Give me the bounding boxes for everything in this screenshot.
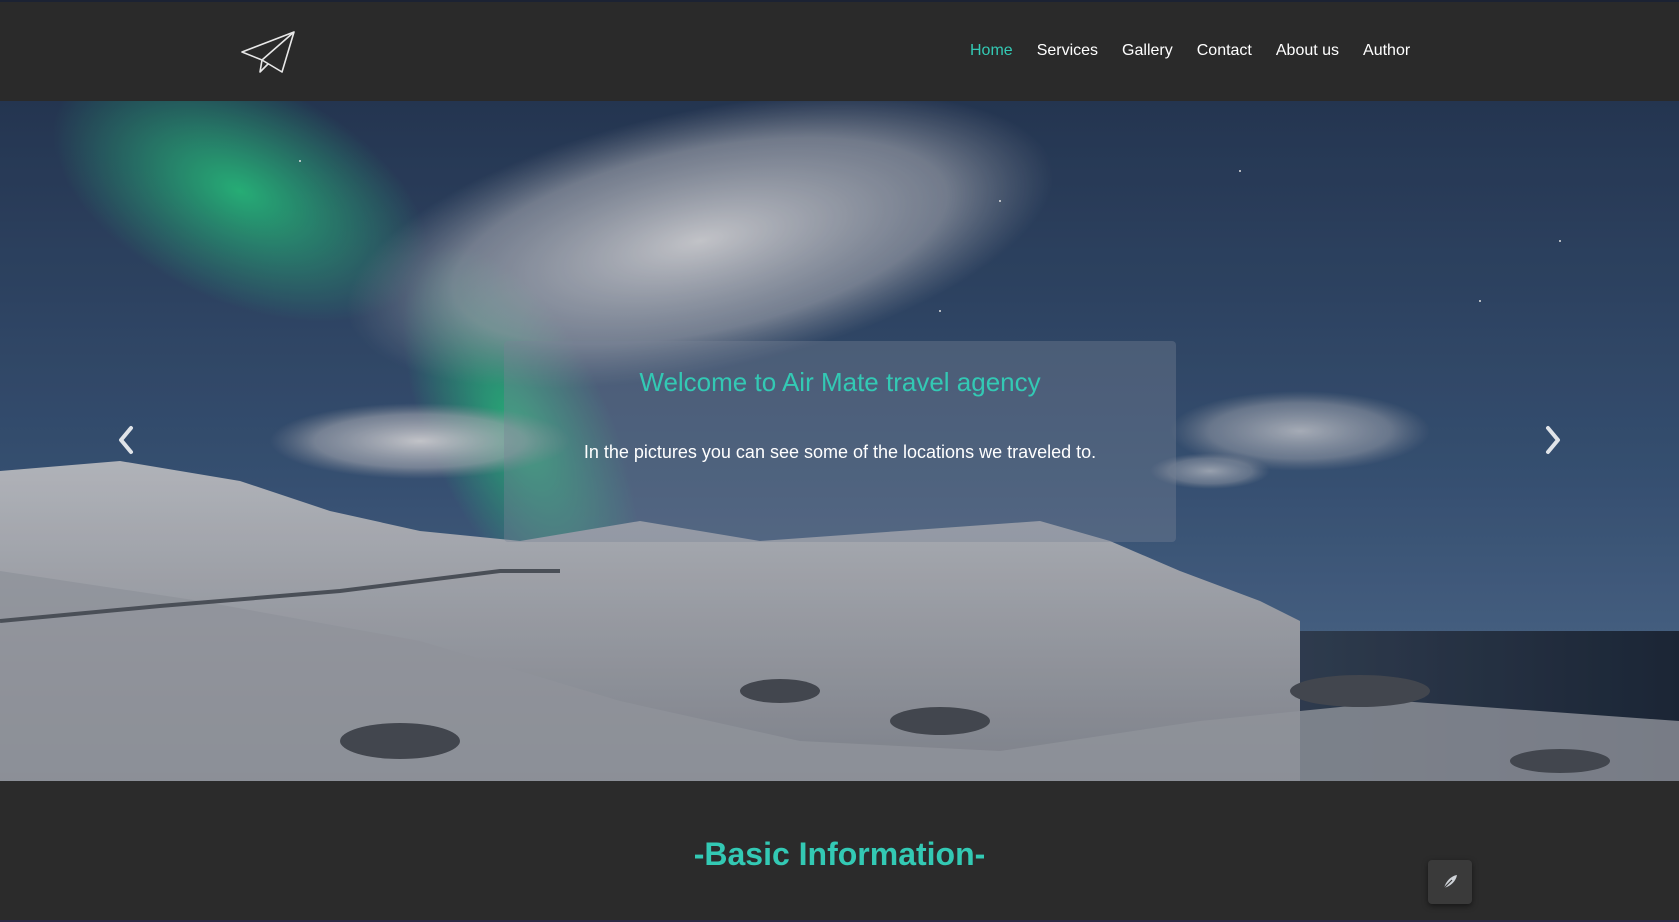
chevron-right-icon[interactable] (1536, 416, 1570, 464)
carousel-caption: Welcome to Air Mate travel agency In the… (504, 341, 1176, 542)
main-nav: Home Services Gallery Contact About us A… (970, 42, 1410, 60)
chevron-left-icon[interactable] (109, 416, 143, 464)
nav-item-home[interactable]: Home (970, 42, 1013, 60)
carousel-caption-text: In the pictures you can see some of the … (583, 442, 1097, 462)
carousel-caption-title: Welcome to Air Mate travel agency (639, 367, 1041, 397)
paper-plane-icon[interactable] (240, 30, 296, 76)
feather-icon (1442, 875, 1457, 890)
nav-item-about-us[interactable]: About us (1276, 42, 1339, 60)
nav-item-gallery[interactable]: Gallery (1122, 42, 1173, 60)
site-header: Home Services Gallery Contact About us A… (0, 0, 1679, 101)
nav-item-services[interactable]: Services (1037, 42, 1098, 60)
hero-carousel: Welcome to Air Mate travel agency In the… (0, 101, 1679, 781)
nav-item-contact[interactable]: Contact (1197, 42, 1252, 60)
floating-action-button[interactable] (1428, 860, 1472, 904)
nav-item-author[interactable]: Author (1363, 42, 1410, 60)
